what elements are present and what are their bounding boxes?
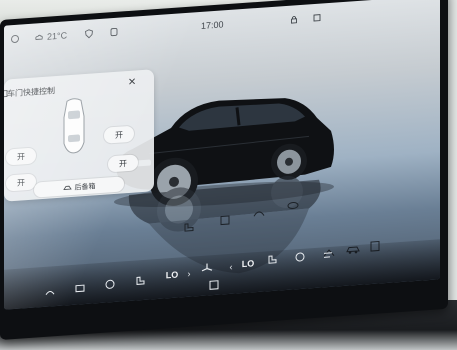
seat-heat-left-icon[interactable] xyxy=(134,274,146,287)
chevron-right-icon[interactable]: › xyxy=(184,266,194,281)
panel-title: 车门快捷控制 xyxy=(7,86,55,99)
window-icon[interactable] xyxy=(312,12,322,23)
seat-heat-right-icon[interactable] xyxy=(266,253,278,266)
mirror-icon[interactable] xyxy=(286,199,300,212)
right-front-door-button[interactable]: 开 xyxy=(104,125,134,144)
trunk-label: 后备箱 xyxy=(74,182,96,192)
fan-icon[interactable] xyxy=(200,261,214,276)
close-icon[interactable]: × xyxy=(125,73,139,90)
defrost-front-icon[interactable] xyxy=(44,286,56,299)
climate-status[interactable]: 21°C xyxy=(34,30,67,42)
home-icon[interactable] xyxy=(10,34,20,45)
chevron-left-icon[interactable]: ‹ xyxy=(226,259,236,274)
shield-icon[interactable] xyxy=(84,28,94,39)
airflow-icon[interactable] xyxy=(322,249,334,262)
door-open-icon[interactable] xyxy=(218,214,232,227)
right-rear-door-button[interactable]: 开 xyxy=(108,154,138,173)
steering-heat-icon[interactable] xyxy=(294,251,306,264)
left-rear-door-button[interactable]: 开 xyxy=(6,173,36,192)
left-temperature[interactable]: LO xyxy=(162,267,182,282)
clock: 17:00 xyxy=(201,19,224,31)
auto-climate-icon[interactable] xyxy=(208,279,220,292)
cloud-icon xyxy=(35,34,43,40)
phone-icon[interactable] xyxy=(109,27,119,38)
wiper-icon[interactable] xyxy=(252,205,266,218)
time-label: 17:00 xyxy=(201,19,224,31)
right-temperature[interactable]: LO xyxy=(238,256,258,271)
trunk-icon xyxy=(62,185,72,191)
infotainment-screen: 21°C 17:00 车门快捷控制 × 开 开 开 开 后备箱 LO › ‹ L… xyxy=(4,0,440,310)
lock-icon[interactable] xyxy=(289,14,299,25)
screen-bezel: 21°C 17:00 车门快捷控制 × 开 开 开 开 后备箱 LO › ‹ L… xyxy=(0,0,448,340)
car-top-view-icon xyxy=(63,98,85,154)
temperature-label: 21°C xyxy=(47,30,68,42)
seat-icon[interactable] xyxy=(182,220,196,233)
defrost-rear-icon[interactable] xyxy=(74,282,86,295)
door-quick-control-panel: 车门快捷控制 × 开 开 开 开 后备箱 xyxy=(4,69,154,202)
air-recirculation-icon[interactable] xyxy=(104,278,116,291)
left-front-door-button[interactable]: 开 xyxy=(6,147,36,166)
